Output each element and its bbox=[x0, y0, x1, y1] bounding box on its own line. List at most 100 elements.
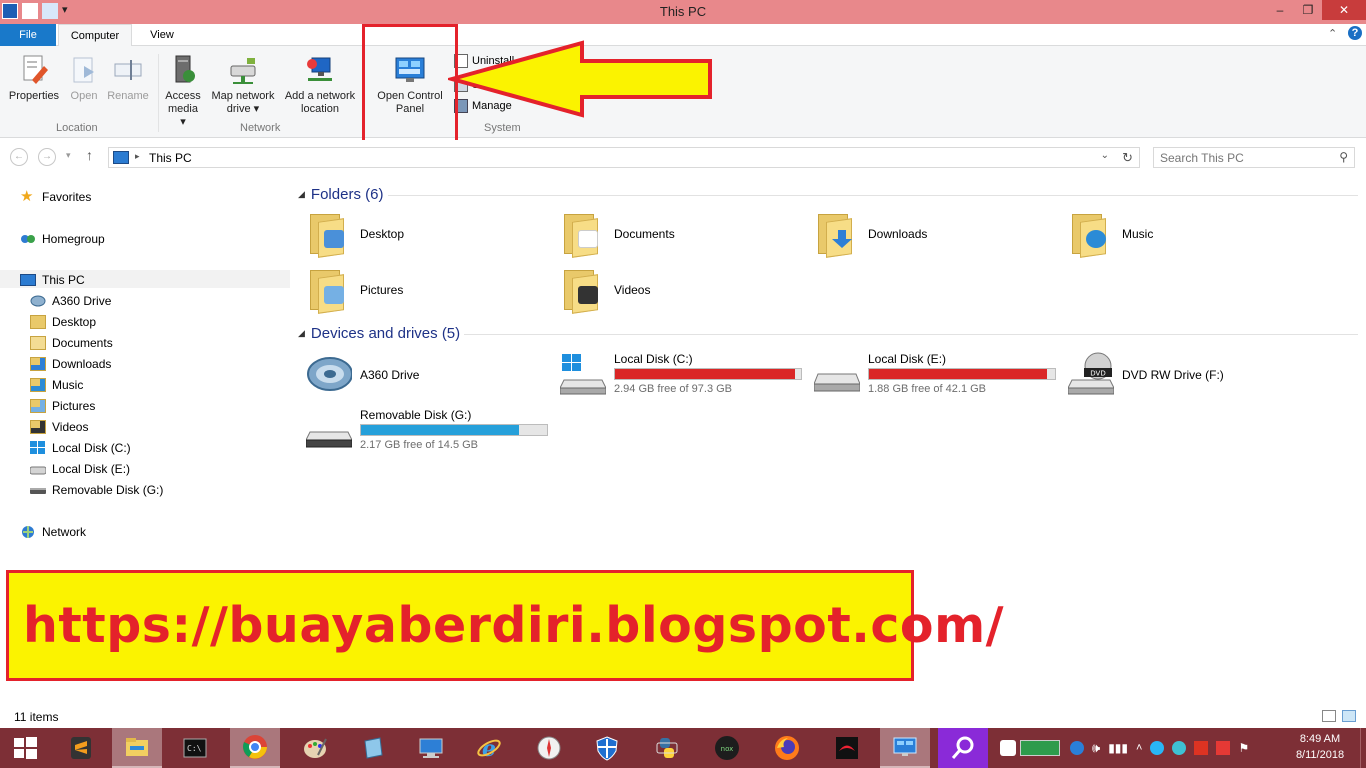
taskbar-search-app[interactable] bbox=[938, 728, 988, 768]
nav-homegroup[interactable]: Homegroup bbox=[20, 230, 105, 248]
up-button[interactable]: ↑ bbox=[86, 147, 93, 163]
taskbar-sublime-text[interactable] bbox=[56, 728, 106, 768]
blog-url-text: https://buayaberdiri.blogspot.com/ bbox=[23, 597, 1005, 654]
folder-downloads[interactable]: Downloads bbox=[816, 212, 927, 258]
breadcrumb-this-pc[interactable]: This PC bbox=[149, 151, 192, 165]
chevron-up-icon[interactable]: ˄ bbox=[1136, 742, 1142, 754]
group-label-system: System bbox=[484, 122, 521, 134]
folders-section-header[interactable]: ◢ Folders (6) bbox=[298, 186, 383, 203]
minimize-button[interactable]: – bbox=[1266, 0, 1294, 20]
nav-this-pc[interactable]: This PC bbox=[20, 271, 85, 289]
defender-tray-icon[interactable] bbox=[1000, 740, 1016, 756]
taskbar-compass-app[interactable] bbox=[524, 728, 574, 768]
network-drive-icon bbox=[227, 54, 259, 86]
tab-file[interactable]: File bbox=[0, 24, 56, 46]
magnifier-icon bbox=[951, 736, 974, 759]
properties-button[interactable]: Properties bbox=[4, 52, 64, 103]
taskbar-python[interactable] bbox=[642, 728, 692, 768]
drive-removable-disk-g[interactable]: Removable Disk (G:) 2.17 GB free of 14.5… bbox=[306, 408, 550, 456]
window-controls: – ❐ ✕ bbox=[1266, 0, 1366, 22]
nav-item-removable-disk-g[interactable]: Removable Disk (G:) bbox=[30, 481, 163, 499]
app-tray-icon[interactable] bbox=[1150, 741, 1165, 755]
taskbar-file-explorer[interactable] bbox=[112, 728, 162, 768]
nav-homegroup-label: Homegroup bbox=[42, 232, 105, 246]
nav-item-videos[interactable]: Videos bbox=[30, 418, 88, 436]
taskbar-internet-explorer[interactable]: e bbox=[464, 728, 514, 768]
search-input[interactable]: Search This PC ⚲ bbox=[1153, 147, 1355, 168]
taskbar-paint[interactable] bbox=[290, 728, 340, 768]
refresh-icon[interactable]: ↻ bbox=[1122, 150, 1133, 166]
tab-computer[interactable]: Computer bbox=[58, 24, 132, 47]
antivirus-tray-icon[interactable] bbox=[1216, 741, 1231, 755]
taskbar-notepad[interactable] bbox=[348, 728, 398, 768]
nav-item-label: Downloads bbox=[52, 357, 112, 371]
help-button[interactable]: ? bbox=[1348, 26, 1362, 40]
taskbar-nox-player[interactable]: nox bbox=[702, 728, 752, 768]
show-desktop-button[interactable] bbox=[1360, 728, 1366, 768]
sync-tray-icon[interactable] bbox=[1194, 741, 1209, 755]
start-button[interactable] bbox=[0, 728, 50, 768]
breadcrumb-chevron-icon[interactable]: ▸ bbox=[135, 151, 140, 162]
nav-item-music[interactable]: Music bbox=[30, 376, 83, 394]
access-media-button[interactable]: Access media ▾ bbox=[160, 52, 206, 129]
back-button[interactable]: ← bbox=[10, 148, 28, 166]
nav-item-local-disk-e[interactable]: Local Disk (E:) bbox=[29, 460, 131, 478]
nav-this-pc-label: This PC bbox=[42, 273, 85, 287]
drive-a360[interactable]: A360 Drive bbox=[306, 352, 546, 400]
drive-dvd-rw[interactable]: DVD DVD RW Drive (F:) bbox=[1068, 352, 1308, 400]
collapse-ribbon-button[interactable]: ⌃ bbox=[1328, 27, 1337, 40]
add-network-location-button[interactable]: Add a network location bbox=[280, 52, 360, 116]
battery-meter-icon[interactable] bbox=[1020, 740, 1060, 756]
map-network-drive-button[interactable]: Map network drive ▾ bbox=[206, 52, 280, 116]
cloud-tray-icon[interactable] bbox=[1172, 741, 1187, 755]
recent-locations-icon[interactable]: ▾ bbox=[66, 150, 71, 161]
address-dropdown-icon[interactable]: ⌄ bbox=[1101, 150, 1109, 161]
rename-button[interactable]: Rename bbox=[104, 52, 152, 103]
details-view-icon[interactable] bbox=[1322, 710, 1336, 722]
folder-documents[interactable]: Documents bbox=[562, 212, 675, 258]
folder-desktop[interactable]: Desktop bbox=[308, 212, 405, 258]
nav-item-downloads[interactable]: Downloads bbox=[30, 355, 111, 373]
videos-folder-icon bbox=[30, 420, 46, 434]
taskbar-remote-desktop[interactable] bbox=[406, 728, 456, 768]
nav-item-a360-drive[interactable]: A360 Drive bbox=[30, 292, 111, 310]
volume-icon[interactable]: 🕪 bbox=[1092, 740, 1100, 756]
taskbar-chrome[interactable] bbox=[230, 728, 280, 768]
nav-item-documents[interactable]: Documents bbox=[30, 334, 113, 352]
nav-item-pictures[interactable]: Pictures bbox=[30, 397, 95, 415]
nav-item-local-disk-c[interactable]: Local Disk (C:) bbox=[30, 439, 131, 457]
drive-free-space: 2.17 GB free of 14.5 GB bbox=[360, 439, 479, 451]
close-button[interactable]: ✕ bbox=[1322, 0, 1366, 20]
network-tray-icon[interactable]: ▮▮▮ bbox=[1108, 741, 1128, 755]
nav-item-label: Local Disk (E:) bbox=[52, 462, 131, 476]
bluetooth-icon[interactable] bbox=[1070, 741, 1084, 755]
taskbar-control-panel[interactable] bbox=[880, 728, 930, 768]
taskbar-garena[interactable] bbox=[822, 728, 872, 768]
drive-local-disk-c[interactable]: Local Disk (C:) 2.94 GB free of 97.3 GB bbox=[560, 352, 804, 400]
nav-item-label: Music bbox=[52, 378, 84, 392]
address-bar[interactable]: ▸ This PC ⌄ ↻ bbox=[108, 147, 1140, 168]
tab-view[interactable]: View bbox=[138, 24, 186, 46]
nav-item-label: Local Disk (C:) bbox=[52, 441, 131, 455]
drive-local-disk-e[interactable]: Local Disk (E:) 1.88 GB free of 42.1 GB bbox=[814, 352, 1058, 400]
drives-section-header[interactable]: ◢ Devices and drives (5) bbox=[298, 325, 460, 342]
taskbar-firefox[interactable] bbox=[762, 728, 812, 768]
folder-name: Desktop bbox=[360, 227, 405, 241]
folder-music[interactable]: Music bbox=[1070, 212, 1153, 258]
folder-videos[interactable]: Videos bbox=[562, 268, 650, 314]
nav-favorites[interactable]: ★ Favorites bbox=[20, 188, 91, 206]
navigation-pane: ★ Favorites Homegroup This PC A360 Drive… bbox=[0, 180, 290, 550]
nav-item-desktop[interactable]: Desktop bbox=[30, 313, 96, 331]
forward-button[interactable]: → bbox=[38, 148, 56, 166]
search-icon[interactable]: ⚲ bbox=[1339, 150, 1348, 164]
taskbar-windows-defender[interactable] bbox=[582, 728, 632, 768]
open-button[interactable]: Open bbox=[66, 52, 102, 103]
taskbar-command-prompt[interactable]: C:\ bbox=[170, 728, 220, 768]
maximize-button[interactable]: ❐ bbox=[1294, 0, 1322, 20]
folder-pictures[interactable]: Pictures bbox=[308, 268, 403, 314]
videos-folder-icon bbox=[562, 268, 602, 314]
large-icons-view-icon[interactable] bbox=[1342, 710, 1356, 722]
taskbar-clock[interactable]: 8:49 AM 8/11/2018 bbox=[1288, 731, 1352, 763]
nav-network[interactable]: Network bbox=[20, 523, 86, 541]
flag-icon[interactable]: ⚑ bbox=[1238, 741, 1249, 755]
